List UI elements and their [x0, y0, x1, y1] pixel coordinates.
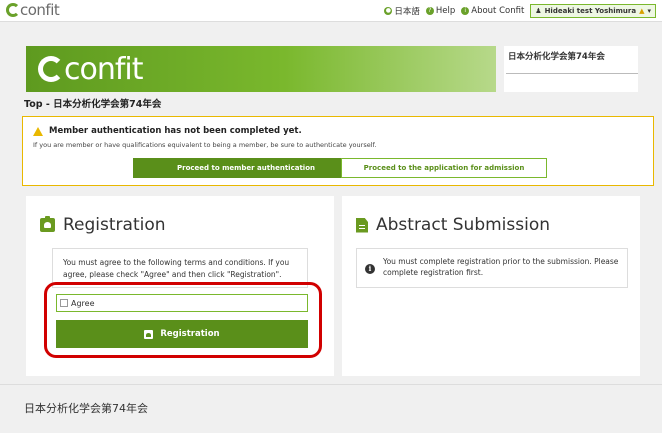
conference-name-box: 日本分析化学会第74年会 — [504, 46, 638, 92]
nav-about-label: About Confit — [471, 6, 525, 16]
alert-title: Member authentication has not been compl… — [33, 126, 302, 136]
registration-title: Registration — [40, 215, 166, 235]
abstract-note: i You must complete registration prior t… — [356, 248, 628, 288]
member-auth-alert: Member authentication has not been compl… — [22, 116, 654, 186]
nav-help-label: Help — [435, 6, 456, 16]
confit-logo-large-icon — [38, 56, 64, 82]
info-icon: i — [365, 264, 375, 274]
abstract-note-text: You must complete registration prior to … — [383, 257, 619, 277]
conference-name: 日本分析化学会第74年会 — [508, 52, 605, 62]
warning-icon — [33, 126, 43, 136]
alert-title-text: Member authentication has not been compl… — [49, 126, 302, 136]
logo-text: confit — [20, 1, 60, 19]
registration-title-text: Registration — [63, 215, 166, 235]
nav-help[interactable]: ? Help — [425, 6, 456, 16]
footer-divider — [0, 384, 662, 385]
globe-icon: ● — [384, 7, 393, 15]
nav-language-label: 日本語 — [394, 7, 420, 17]
help-icon: ? — [425, 7, 434, 15]
user-name: Hideaki test Yoshimura — [544, 7, 637, 15]
user-menu-button[interactable]: ♟ Hideaki test Yoshimura ▲ ▾ — [530, 4, 656, 18]
abstract-title-text: Abstract Submission — [376, 215, 551, 235]
confit-logo-icon — [6, 3, 20, 17]
id-badge-icon — [40, 216, 55, 232]
confit-logo-small[interactable]: confit — [6, 1, 60, 19]
logo-large-text: confit — [64, 52, 144, 87]
breadcrumb: Top - 日本分析化学会第74年会 — [24, 99, 162, 110]
confit-logo-large: confit — [38, 52, 144, 87]
top-bar: confit ● 日本語 ? Help i About Confit ♟ Hideaki… — [0, 0, 662, 22]
divider — [506, 73, 638, 74]
alert-message: If you are member or have qualifications… — [33, 141, 377, 149]
admission-application-button[interactable]: Proceed to the application for admission — [341, 158, 547, 178]
nav-about[interactable]: i About Confit — [461, 6, 524, 16]
nav-language[interactable]: ● 日本語 — [384, 5, 420, 17]
chevron-down-icon: ▾ — [647, 7, 651, 15]
warning-icon: ▲ — [639, 7, 645, 15]
info-icon: i — [461, 7, 470, 15]
highlight-annotation — [44, 282, 322, 358]
abstract-title: Abstract Submission — [356, 215, 550, 235]
user-icon: ♟ — [535, 7, 542, 15]
member-auth-button[interactable]: Proceed to member authentication — [133, 158, 359, 178]
abstract-submission-card: Abstract Submission i You must complete … — [342, 196, 640, 376]
conference-banner: confit — [26, 46, 496, 92]
top-nav: ● 日本語 ? Help i About Confit ♟ Hideaki test Y… — [384, 4, 656, 18]
footer-conference-name: 日本分析化学会第74年会 — [24, 402, 148, 415]
document-icon — [356, 217, 368, 233]
